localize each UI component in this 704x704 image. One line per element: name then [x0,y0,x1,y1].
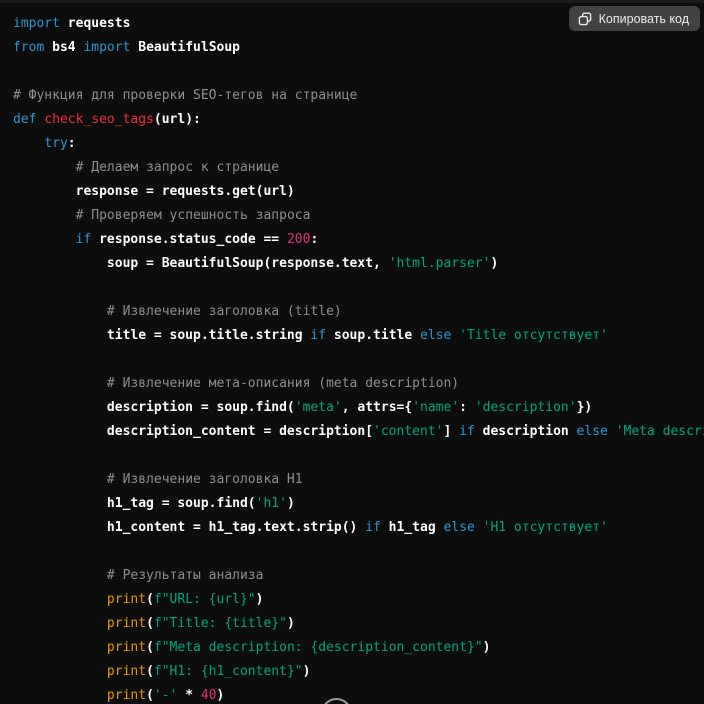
code-line: description_content = description['conte… [13,420,704,444]
code-line [13,540,704,564]
code-line: soup = BeautifulSoup(response.text, 'htm… [13,252,704,276]
code-line: def check_seo_tags(url): [13,108,704,132]
code-line: # Извлечение мета-описания (meta descrip… [13,372,704,396]
code-line [13,60,704,84]
code-line: print(f"H1: {h1_content}") [13,660,704,684]
code-line: # Делаем запрос к странице [13,156,704,180]
code-line: try: [13,132,704,156]
code-line: print(f"URL: {url}") [13,588,704,612]
code-line: # Извлечение заголовка (title) [13,300,704,324]
code-block: import requestsfrom bs4 import Beautiful… [0,0,704,704]
code-line: description = soup.find('meta', attrs={'… [13,396,704,420]
copy-code-button[interactable]: Копировать код [569,6,700,31]
code-line [13,348,704,372]
code-line: # Извлечение заголовка H1 [13,468,704,492]
code-line: # Проверяем успешность запроса [13,204,704,228]
code-line: print(f"Meta description: {description_c… [13,636,704,660]
code-line: print(f"Title: {title}") [13,612,704,636]
code-line: print('-' * 40) [13,684,704,704]
code-line [13,444,704,468]
code-line [13,276,704,300]
copy-button-label: Копировать код [599,12,689,26]
code-line: if response.status_code == 200: [13,228,704,252]
copy-icon [578,12,592,26]
code-line: # Результаты анализа [13,564,704,588]
code-line: h1_content = h1_tag.text.strip() if h1_t… [13,516,704,540]
code-line: # Функция для проверки SEO-тегов на стра… [13,84,704,108]
code-line: title = soup.title.string if soup.title … [13,324,704,348]
code-area[interactable]: import requestsfrom bs4 import Beautiful… [0,0,704,704]
code-line: from bs4 import BeautifulSoup [13,36,704,60]
code-line: h1_tag = soup.find('h1') [13,492,704,516]
code-line: response = requests.get(url) [13,180,704,204]
